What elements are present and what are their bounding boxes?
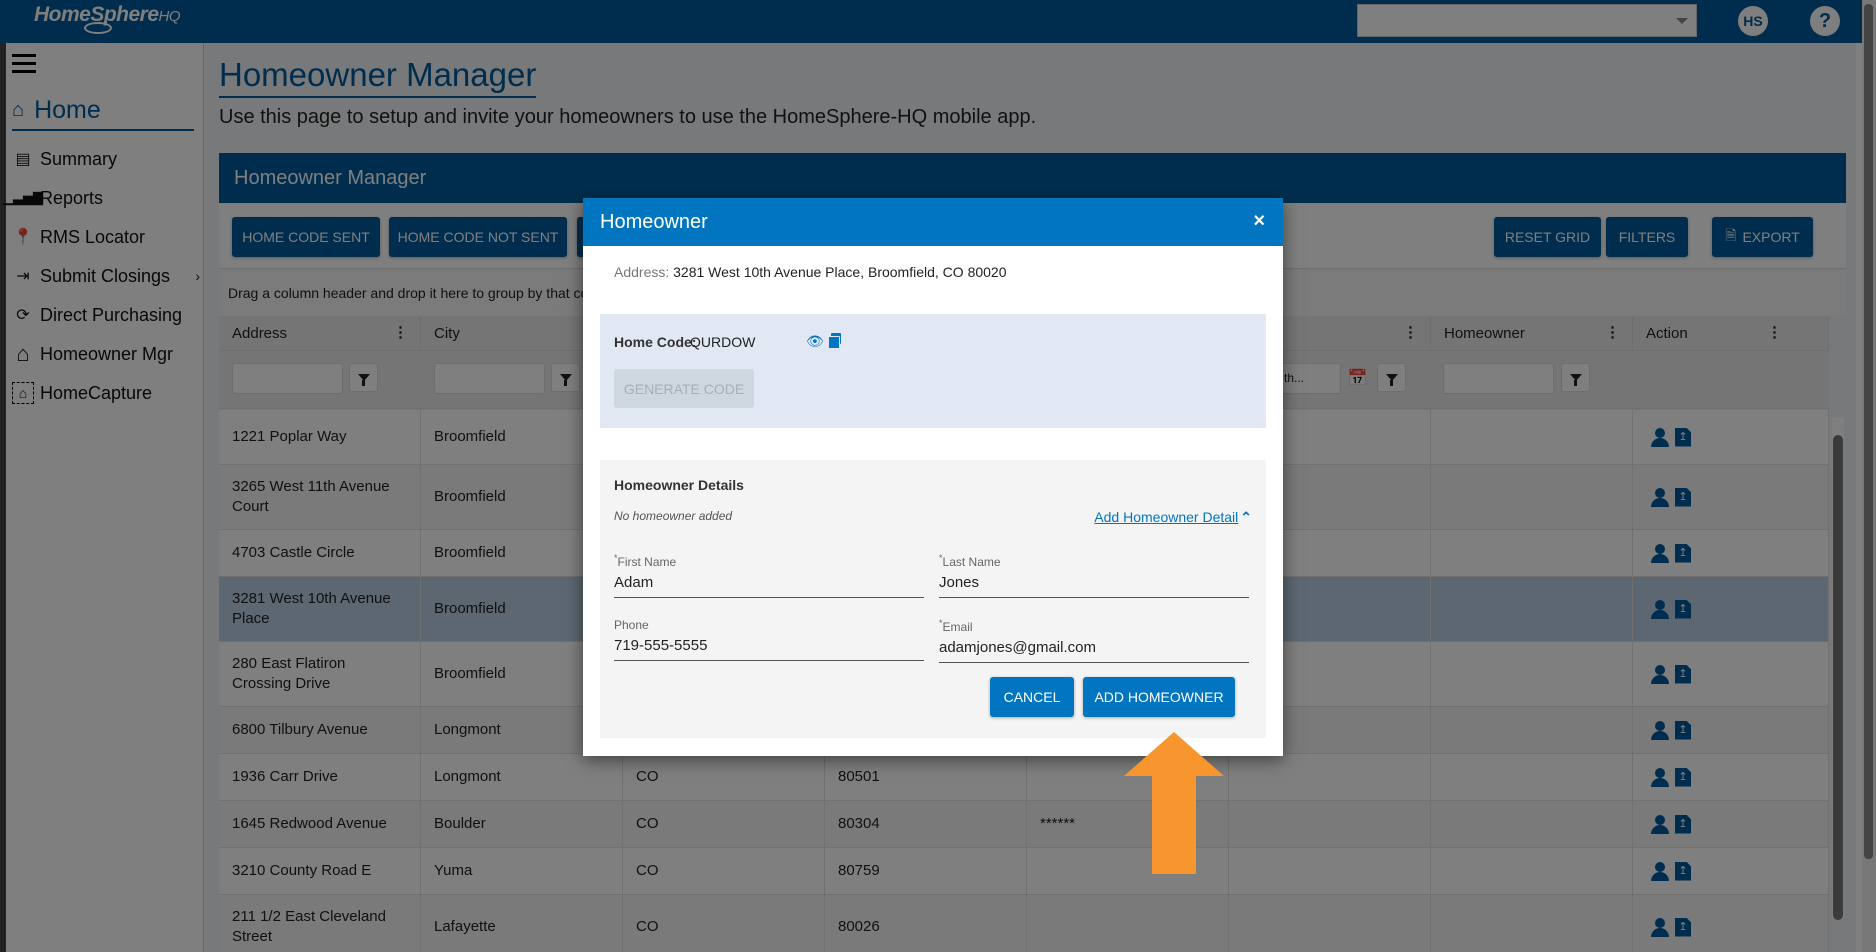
- add-homeowner-button[interactable]: ADD HOMEOWNER: [1083, 677, 1235, 717]
- first-name-input[interactable]: Adam: [614, 569, 924, 597]
- email-input[interactable]: adamjones@gmail.com: [939, 634, 1249, 662]
- cancel-button[interactable]: CANCEL: [990, 677, 1074, 717]
- homeowner-modal: Homeowner × Address: 3281 West 10th Aven…: [583, 198, 1283, 756]
- arrow-up-icon: [1124, 732, 1224, 874]
- home-code-section: Home Code: QURDOW 👁 GENERATE CODE: [600, 314, 1266, 428]
- address-value: 3281 West 10th Avenue Place, Broomfield,…: [673, 264, 1007, 280]
- modal-header: Homeowner ×: [583, 198, 1283, 246]
- homeowner-details-section: Homeowner Details No homeowner added Add…: [600, 460, 1266, 738]
- first-name-field[interactable]: *First Name Adam: [614, 553, 924, 598]
- modal-address: Address: 3281 West 10th Avenue Place, Br…: [614, 264, 1007, 280]
- details-title: Homeowner Details: [614, 477, 744, 493]
- last-name-input[interactable]: Jones: [939, 569, 1249, 597]
- last-name-field[interactable]: *Last Name Jones: [939, 553, 1249, 598]
- home-code-label: Home Code:: [614, 334, 697, 350]
- add-homeowner-detail-link[interactable]: Add Homeowner Detail ⌃: [1094, 509, 1252, 526]
- eye-slash-icon[interactable]: 👁: [806, 333, 824, 350]
- no-homeowner-text: No homeowner added: [614, 509, 733, 523]
- email-field[interactable]: *Email adamjones@gmail.com: [939, 618, 1249, 663]
- copy-icon[interactable]: [828, 333, 841, 349]
- generate-code-button[interactable]: GENERATE CODE: [614, 369, 754, 408]
- phone-field[interactable]: Phone 719-555-5555: [614, 618, 924, 661]
- phone-input[interactable]: 719-555-5555: [614, 632, 924, 660]
- chevron-up-icon: ⌃: [1240, 509, 1252, 525]
- modal-title: Homeowner: [600, 211, 708, 233]
- close-icon[interactable]: ×: [1253, 210, 1265, 233]
- annotation-arrow: [1124, 732, 1224, 874]
- home-code-value: QURDOW: [690, 334, 756, 350]
- address-label: Address:: [614, 264, 670, 280]
